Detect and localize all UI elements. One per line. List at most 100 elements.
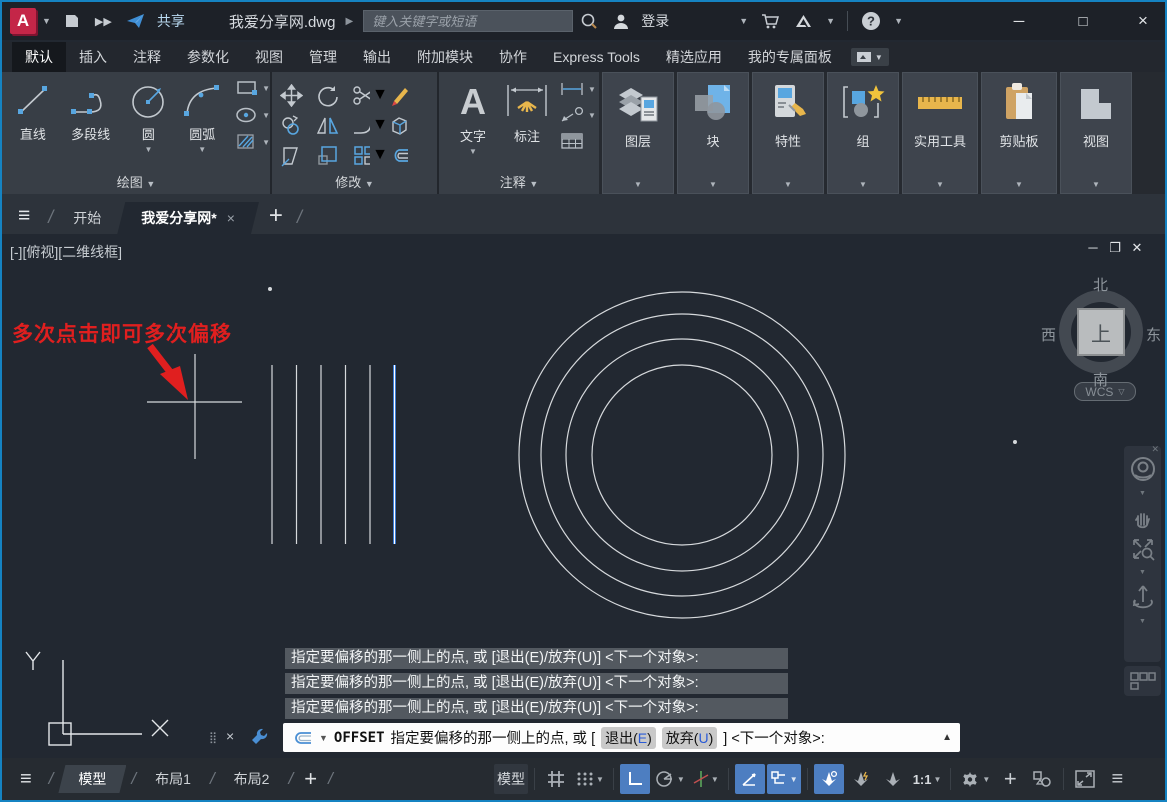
customization-plus-button[interactable]: +: [995, 764, 1025, 794]
new-file-icon[interactable]: [64, 13, 81, 29]
copy-tool-button[interactable]: [280, 110, 316, 140]
compass-west[interactable]: 西: [1041, 324, 1056, 345]
layout2-tab[interactable]: 布局2: [220, 765, 284, 793]
drawing-viewport[interactable]: [-][俯视][二维线框] ─ ❐ ✕ 多次点击即可多次偏移: [2, 234, 1165, 758]
showmotion-button[interactable]: [1124, 666, 1161, 696]
autodesk-caret-icon[interactable]: ▼: [826, 16, 835, 26]
hatch-tool-button[interactable]: ▼: [235, 132, 270, 152]
scale-value-button[interactable]: 1:1 ▼: [910, 764, 945, 794]
recent-commands-caret-icon[interactable]: ▼: [319, 733, 328, 743]
navigation-wheel-icon[interactable]: [1130, 456, 1156, 482]
ribbon-tab-custom[interactable]: 我的专属面板: [735, 42, 845, 72]
cart-icon[interactable]: [761, 13, 780, 29]
ribbon-tab-annotate[interactable]: 注释: [120, 42, 174, 72]
compass-north[interactable]: 北: [1093, 274, 1108, 295]
statusbar-menu-button[interactable]: ≡: [1102, 764, 1132, 794]
stretch-tool-button[interactable]: [280, 140, 316, 170]
arc-tool-button[interactable]: 圆弧 ▼: [175, 76, 229, 154]
array-tool-button[interactable]: ▼: [352, 140, 388, 170]
zoom-extents-icon[interactable]: [1131, 537, 1155, 561]
autodesk-logo-icon[interactable]: [794, 13, 813, 29]
zoom-caret-icon[interactable]: ▼: [1139, 569, 1146, 576]
workspace-gear-button[interactable]: ▼: [957, 764, 993, 794]
leader-button[interactable]: ▼: [559, 106, 596, 124]
linear-dim-button[interactable]: ▼: [559, 80, 596, 98]
rectangle-tool-button[interactable]: ▼: [235, 78, 270, 98]
commandline-customize-icon[interactable]: [250, 726, 270, 746]
draw-panel-label[interactable]: 绘图 ▼: [2, 172, 270, 191]
modify-panel-label[interactable]: 修改 ▼: [272, 172, 437, 191]
line-tool-button[interactable]: 直线: [6, 76, 60, 154]
properties-panel-tile[interactable]: 特性▼: [752, 72, 824, 194]
layers-panel-tile[interactable]: 图层▼: [602, 72, 674, 194]
start-tab[interactable]: 开始: [57, 202, 117, 234]
model-space-toggle[interactable]: 模型: [494, 764, 528, 794]
clipboard-panel-tile[interactable]: 剪贴板▼: [981, 72, 1057, 194]
wcs-dropdown[interactable]: WCS▽: [1074, 382, 1136, 401]
ribbon-tab-express[interactable]: Express Tools: [540, 42, 653, 72]
tab-close-icon[interactable]: ×: [227, 210, 235, 226]
ortho-toggle[interactable]: [620, 764, 650, 794]
ribbon-tab-output[interactable]: 输出: [350, 42, 404, 72]
object-snap-toggle[interactable]: ▼: [767, 764, 801, 794]
ribbon-tab-parametric[interactable]: 参数化: [174, 42, 242, 72]
move-tool-button[interactable]: [280, 80, 316, 110]
help-icon[interactable]: ?: [861, 11, 881, 31]
ribbon-display-toggle[interactable]: ▼: [851, 48, 889, 66]
annotation-autoscale-toggle[interactable]: [846, 764, 876, 794]
snap-toggle[interactable]: ▼: [573, 764, 607, 794]
user-icon[interactable]: [612, 13, 630, 30]
share-label[interactable]: 共享: [157, 11, 185, 31]
search-icon[interactable]: [580, 12, 598, 30]
annotate-panel-label[interactable]: 注释 ▼: [439, 172, 599, 191]
polyline-tool-button[interactable]: 多段线: [60, 76, 122, 154]
new-layout-button[interactable]: +: [304, 766, 317, 792]
trim-tool-button[interactable]: ▼: [352, 80, 388, 110]
drawing-tab-active[interactable]: 我爱分享网*×: [117, 202, 259, 234]
annotation-scale-button[interactable]: [878, 764, 908, 794]
command-input-bar[interactable]: ▼ OFFSET 指定要偏移的那一侧上的点, 或 [ 退出(E) 放弃(U) ]…: [283, 723, 960, 752]
ribbon-tab-collaborate[interactable]: 协作: [486, 42, 540, 72]
autocad-logo[interactable]: A: [10, 8, 36, 34]
search-input[interactable]: [363, 10, 573, 32]
viewcube-top-face[interactable]: 上: [1077, 308, 1125, 356]
navbar-caret-icon[interactable]: ▼: [1139, 490, 1146, 497]
fillet-tool-button[interactable]: ▼: [352, 110, 388, 140]
orbit-icon[interactable]: [1131, 584, 1155, 610]
isolate-objects-button[interactable]: [1027, 764, 1057, 794]
rotate-tool-button[interactable]: [316, 80, 352, 110]
block-panel-tile[interactable]: 块▼: [677, 72, 749, 194]
mirror-tool-button[interactable]: [316, 110, 352, 140]
text-tool-button[interactable]: A 文字 ▼: [447, 76, 499, 156]
dimension-tool-button[interactable]: 标注: [499, 76, 555, 156]
compass-east[interactable]: 东: [1146, 324, 1161, 345]
navbar-close-icon[interactable]: ✕: [1151, 444, 1159, 455]
quick-access-expand-icon[interactable]: ▶▶: [95, 15, 112, 28]
utilities-panel-tile[interactable]: 实用工具▼: [902, 72, 978, 194]
orbit-caret-icon[interactable]: ▼: [1139, 618, 1146, 625]
commandline-close-icon[interactable]: ×: [226, 728, 234, 744]
command-history-expand-icon[interactable]: ▲: [942, 732, 952, 743]
undo-option-button[interactable]: 放弃(U): [662, 727, 717, 749]
ellipse-tool-button[interactable]: ▼: [235, 105, 270, 125]
minimize-button[interactable]: ─: [997, 2, 1041, 40]
erase-tool-button[interactable]: [388, 80, 424, 110]
pan-hand-icon[interactable]: [1131, 505, 1155, 529]
file-tabs-menu-icon[interactable]: ≡: [18, 204, 30, 228]
isodraft-toggle[interactable]: ▼: [690, 764, 722, 794]
maximize-button[interactable]: □: [1061, 2, 1105, 40]
layout1-tab[interactable]: 布局1: [141, 765, 205, 793]
extrude-tool-button[interactable]: [388, 110, 424, 140]
table-button[interactable]: [559, 132, 596, 150]
ribbon-tab-addins[interactable]: 附加模块: [404, 42, 486, 72]
signin-label[interactable]: 登录: [641, 11, 669, 31]
ribbon-tab-home[interactable]: 默认: [12, 42, 66, 72]
exit-option-button[interactable]: 退出(E): [601, 727, 656, 749]
search-arrow-icon[interactable]: ▶: [346, 16, 354, 27]
model-tab[interactable]: 模型: [58, 765, 126, 793]
layout-tabs-menu-icon[interactable]: ≡: [20, 768, 32, 791]
annotation-visibility-toggle[interactable]: [814, 764, 844, 794]
close-button[interactable]: ×: [1121, 2, 1165, 40]
share-icon[interactable]: [126, 13, 146, 29]
view-panel-tile[interactable]: 视图▼: [1060, 72, 1132, 194]
